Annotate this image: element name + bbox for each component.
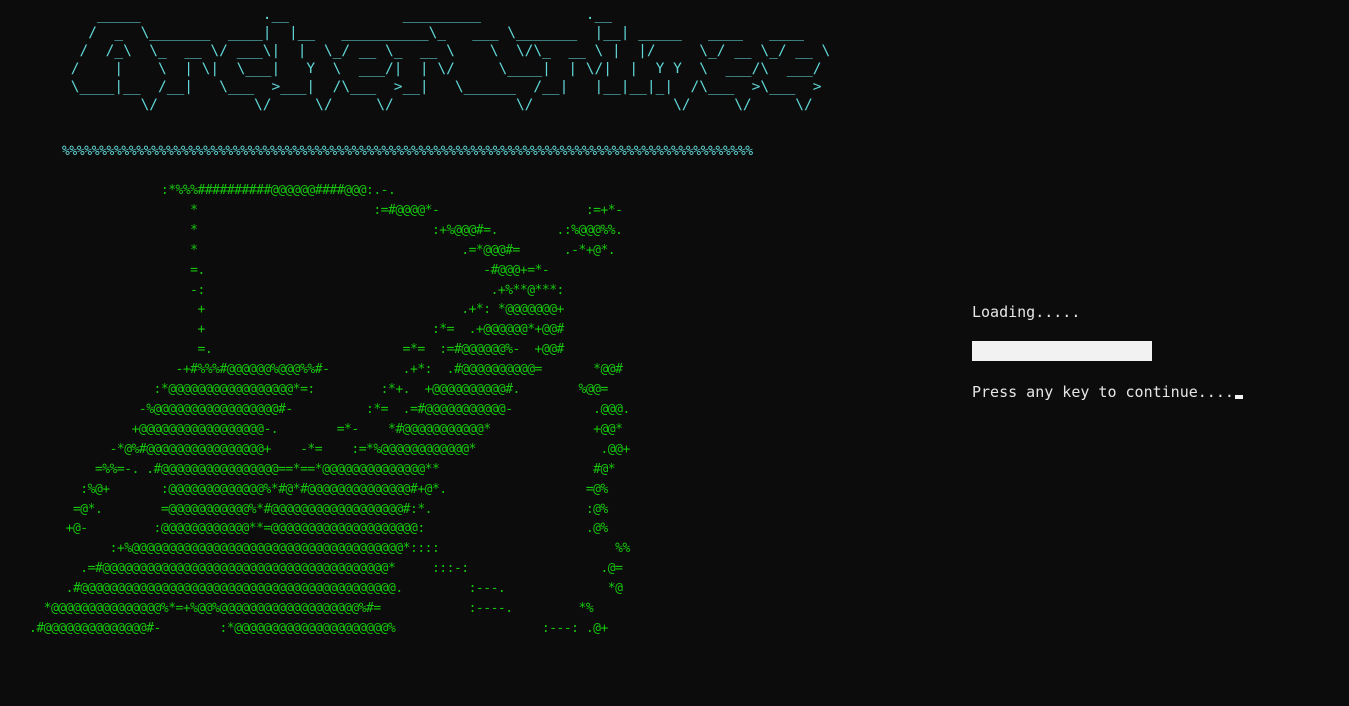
archer-ascii-art: :*%%%##########@@@@@@####@@@:.-. * :=#@@… xyxy=(29,183,630,636)
banner-ascii-title: _____ .__ _________ .__ / _ \_______ ___… xyxy=(70,7,831,113)
progress-bar xyxy=(972,341,1152,361)
progress-bar-fill xyxy=(972,341,1152,361)
continue-prompt: Press any key to continue.... xyxy=(972,382,1243,402)
text-cursor xyxy=(1234,395,1243,399)
banner-divider: %%%%%%%%%%%%%%%%%%%%%%%%%%%%%%%%%%%%%%%%… xyxy=(62,144,753,159)
continue-prompt-text: Press any key to continue.... xyxy=(972,383,1234,401)
loading-label: Loading..... xyxy=(972,303,1081,321)
terminal-window[interactable]: _____ .__ _________ .__ / _ \_______ ___… xyxy=(0,0,1349,706)
